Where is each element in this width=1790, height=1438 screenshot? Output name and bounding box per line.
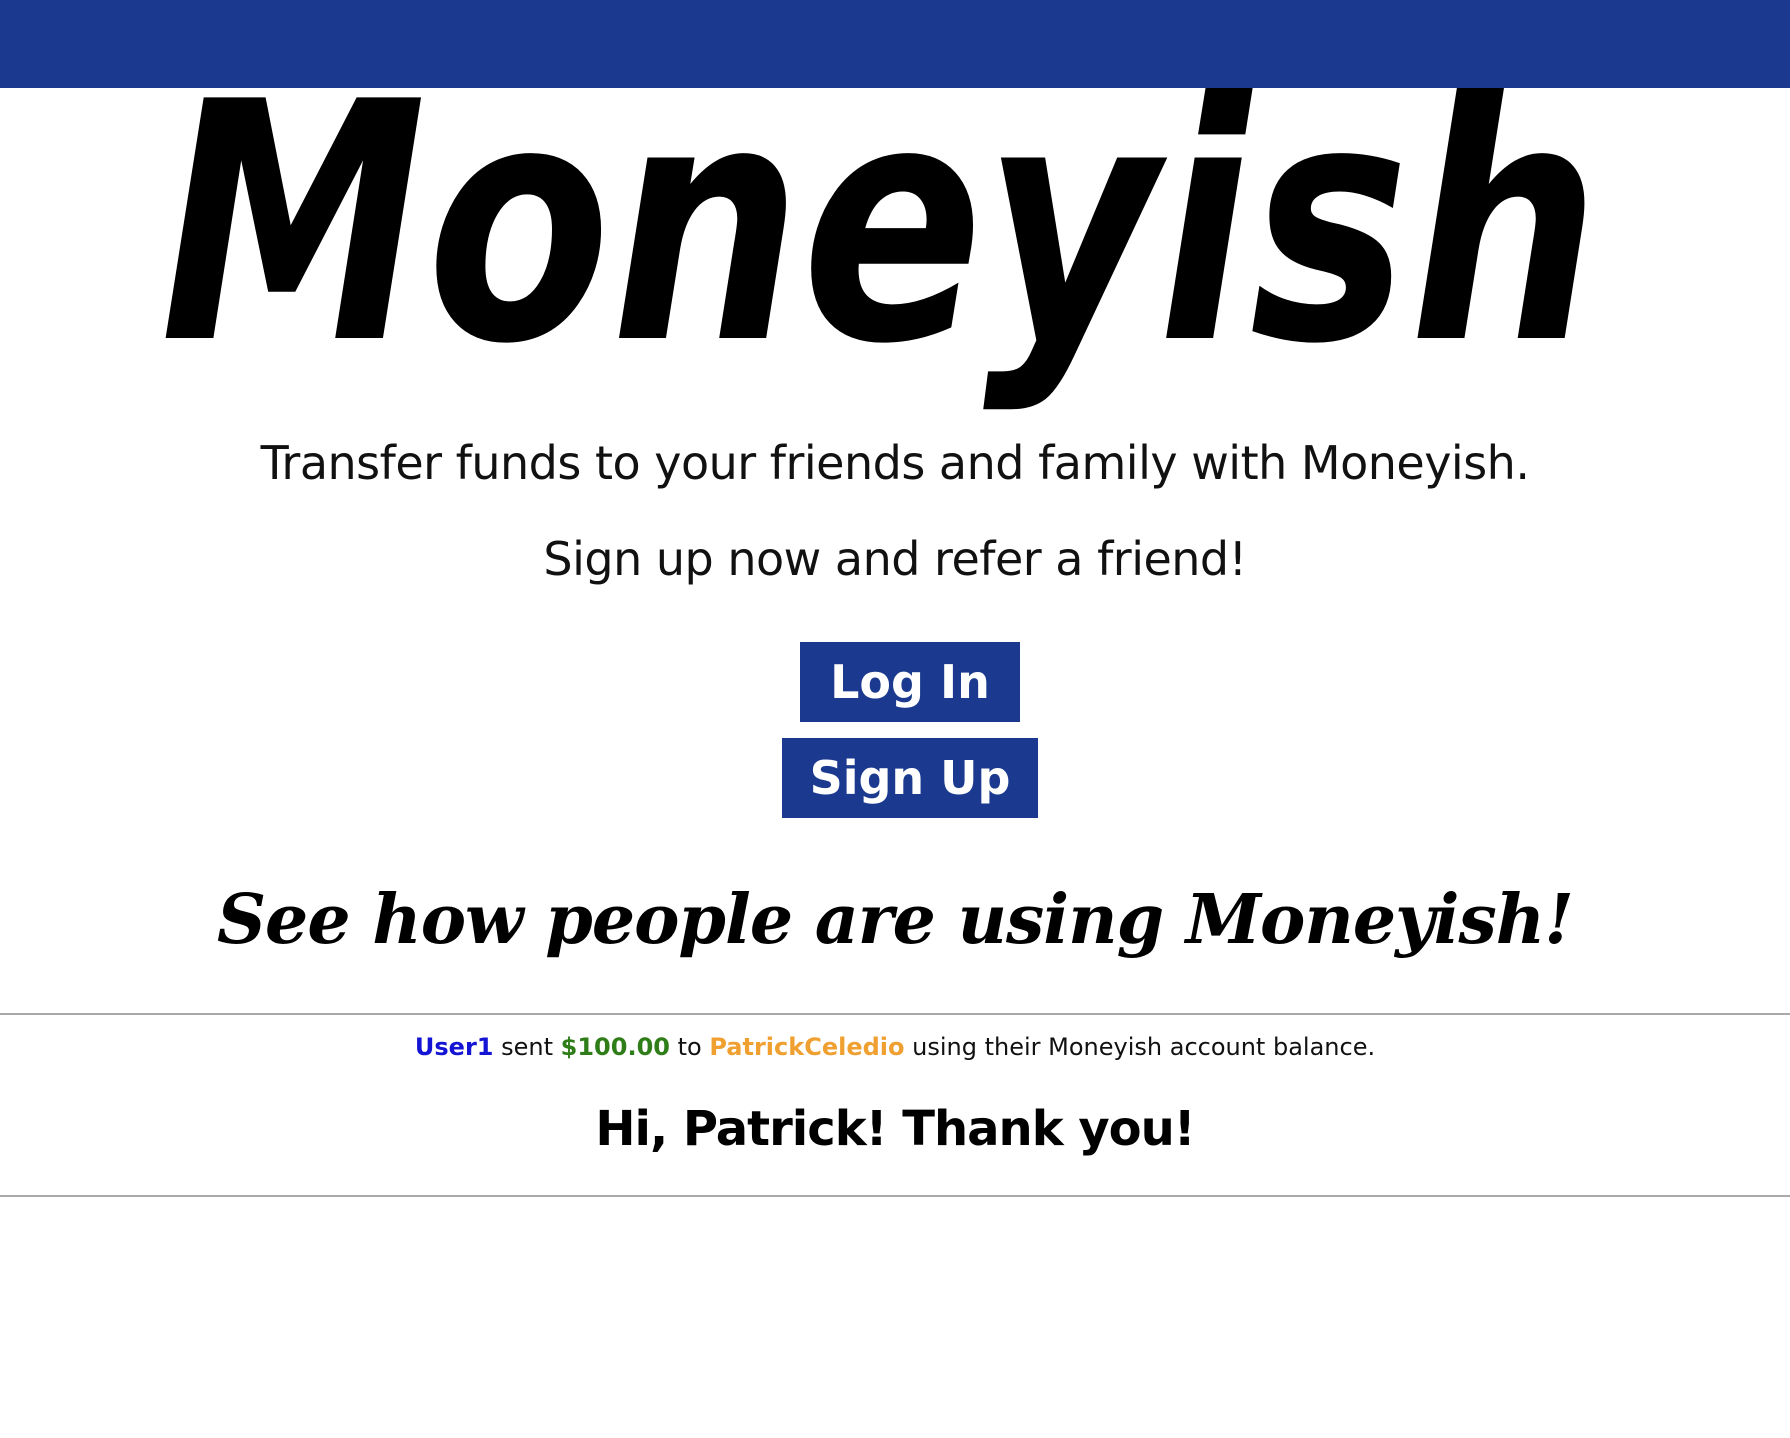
verb-text: sent (501, 1033, 554, 1061)
moneyish-logo: Moneyish (150, 88, 1610, 423)
tagline-transfer: Transfer funds to your friends and famil… (260, 436, 1530, 490)
usage-heading: See how people are using Moneyish! (216, 880, 1574, 960)
signup-button[interactable]: Sign Up (782, 738, 1038, 818)
activity-feed: User1 sent $100.00 to PatrickCeledio usi… (0, 1013, 1790, 1197)
tagline-signup: Sign up now and refer a friend! (543, 532, 1247, 586)
transaction-line: User1 sent $100.00 to PatrickCeledio usi… (0, 1033, 1790, 1061)
transaction-message: Hi, Patrick! Thank you! (595, 1101, 1195, 1157)
suffix-text: using their Moneyish account balance. (912, 1033, 1376, 1061)
login-button[interactable]: Log In (800, 642, 1020, 722)
receiver-link[interactable]: PatrickCeledio (709, 1033, 904, 1061)
top-bar (0, 0, 1790, 88)
sender-link[interactable]: User1 (415, 1033, 494, 1061)
logo-text: Moneyish (160, 88, 1600, 416)
connector-text: to (677, 1033, 702, 1061)
amount-text: $100.00 (560, 1033, 670, 1061)
